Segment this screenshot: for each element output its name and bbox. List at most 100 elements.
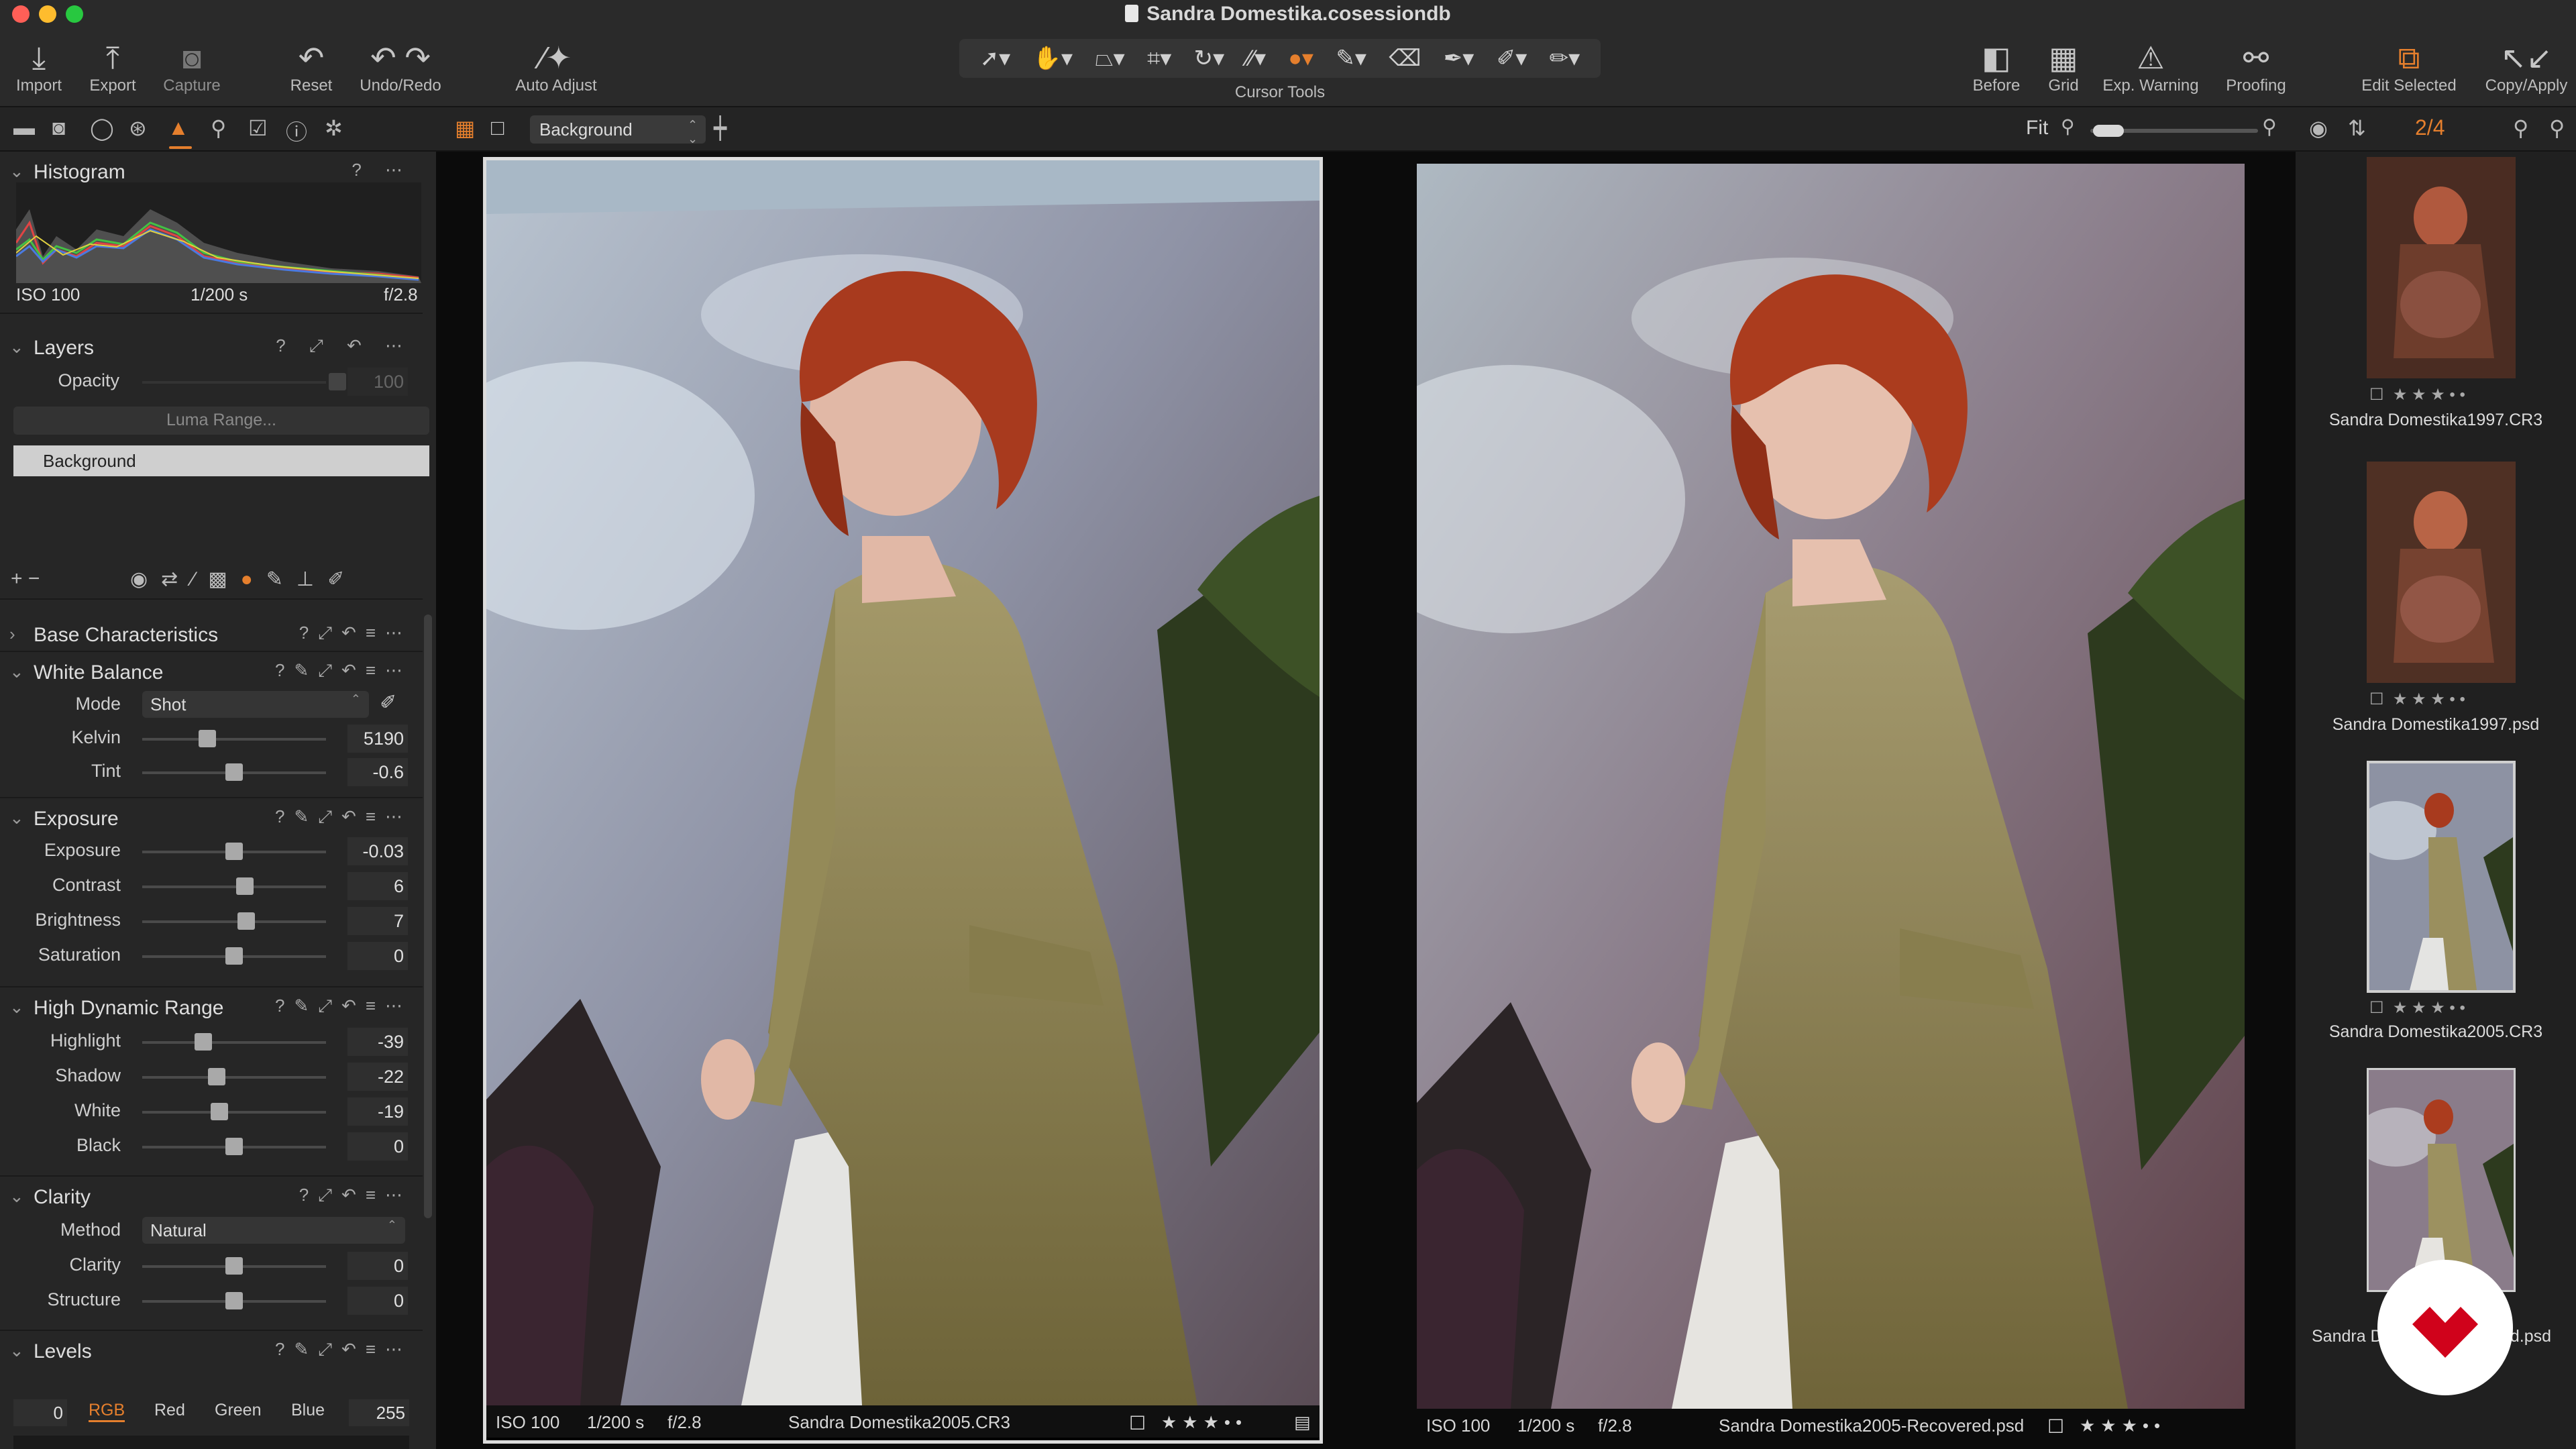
- opacity-knob[interactable]: [329, 373, 346, 390]
- structure-value[interactable]: 0: [347, 1287, 408, 1315]
- background-layer-row[interactable]: Background: [13, 445, 429, 476]
- levels-header[interactable]: ⌄ Levels ?✎⤢↶≡⋯: [0, 1332, 423, 1370]
- saturation-value[interactable]: 0: [347, 942, 408, 970]
- wb-mode-select[interactable]: Shot: [142, 691, 369, 718]
- export-button[interactable]: ⤒ Export: [85, 39, 141, 95]
- histogram-tools[interactable]: ? ⋯: [352, 160, 412, 180]
- contrast-value[interactable]: 6: [347, 872, 408, 900]
- highlight-track[interactable]: [142, 1041, 326, 1044]
- single-view-icon[interactable]: □: [491, 115, 504, 140]
- multi-view-icon[interactable]: ▦: [455, 115, 475, 141]
- clarity-knob[interactable]: [225, 1257, 243, 1275]
- edit-selected-button[interactable]: ⧉ Edit Selected: [2355, 39, 2463, 95]
- clarity-header[interactable]: ⌄ Clarity ?⤢↶≡⋯: [0, 1178, 423, 1216]
- eyedropper-icon[interactable]: ✐: [380, 691, 396, 714]
- annotate-icon[interactable]: ✏▾: [1550, 45, 1580, 72]
- grid-button[interactable]: ▦ Grid: [2039, 39, 2088, 95]
- levels-low-value[interactable]: 0: [13, 1399, 67, 1426]
- capture-button[interactable]: ◙ Capture: [157, 39, 227, 95]
- hdr-tools[interactable]: ?✎⤢↶≡⋯: [275, 996, 412, 1017]
- zoom-slider-knob[interactable]: [2093, 125, 2124, 137]
- select-cursor-icon[interactable]: ➚▾: [980, 45, 1011, 72]
- zoom-out-icon[interactable]: ⚲: [2061, 115, 2075, 138]
- lens-tab-icon[interactable]: ◯: [90, 115, 114, 141]
- opacity-value[interactable]: 100: [347, 368, 408, 396]
- eraser-icon[interactable]: ⌫: [1389, 45, 1421, 72]
- black-value[interactable]: 0: [347, 1132, 408, 1161]
- structure-knob[interactable]: [225, 1292, 243, 1309]
- crop-icon[interactable]: ⌗▾: [1147, 45, 1171, 72]
- brightness-track[interactable]: [142, 920, 326, 923]
- chevron-down-icon[interactable]: ⌄: [9, 337, 24, 358]
- secondary-rating-stars[interactable]: ★★★••: [2080, 1415, 2165, 1436]
- saturation-knob[interactable]: [225, 947, 243, 965]
- levels-tab-blue[interactable]: Blue: [291, 1401, 325, 1420]
- base-characteristics-header[interactable]: › Base Characteristics ?⤢↶≡⋯: [0, 616, 423, 653]
- exposure-header[interactable]: ⌄ Exposure ?✎⤢↶≡⋯: [0, 800, 423, 837]
- hdr-header[interactable]: ⌄ High Dynamic Range ?✎⤢↶≡⋯: [0, 989, 423, 1026]
- clarity-tools[interactable]: ?⤢↶≡⋯: [299, 1185, 412, 1206]
- layer-tools-row[interactable]: ◉⇄⁄▩●✎⊥✐: [130, 568, 358, 591]
- exposure-value[interactable]: -0.03: [347, 837, 408, 865]
- thumbnail-2005-recovered-psd[interactable]: [2367, 1068, 2516, 1292]
- shadow-value[interactable]: -22: [347, 1063, 408, 1091]
- gradient-pen-icon[interactable]: ✒▾: [1444, 45, 1474, 72]
- details-tab-icon[interactable]: ⚲: [211, 115, 226, 141]
- thumbnail-1997-psd[interactable]: [2367, 462, 2516, 683]
- add-layer-plus-icon[interactable]: + −: [11, 568, 40, 590]
- adjustments-tab-icon[interactable]: ☑: [248, 115, 268, 141]
- photo-sandra-2005-cr3[interactable]: [486, 160, 1320, 1405]
- panel-scrollbar[interactable]: [424, 614, 432, 1218]
- highlight-knob[interactable]: [195, 1033, 212, 1051]
- white-balance-tools[interactable]: ?✎⤢↶≡⋯: [275, 660, 412, 682]
- thumbnail-1997-cr3[interactable]: [2367, 157, 2516, 378]
- secondary-select-checkbox[interactable]: ☐: [2047, 1415, 2064, 1438]
- chevron-right-icon[interactable]: ›: [9, 624, 15, 645]
- before-button[interactable]: ◧ Before: [1966, 39, 2027, 95]
- auto-adjust-button[interactable]: ⁄✦ Auto Adjust: [507, 39, 605, 95]
- brightness-knob[interactable]: [237, 912, 255, 930]
- thumbnail-2005-cr3[interactable]: [2367, 761, 2516, 993]
- keystone-icon[interactable]: ⏢▾: [1095, 45, 1124, 72]
- exposure-tools[interactable]: ?✎⤢↶≡⋯: [275, 806, 412, 828]
- levels-tab-red[interactable]: Red: [154, 1401, 185, 1420]
- brightness-value[interactable]: 7: [347, 907, 408, 935]
- kelvin-value[interactable]: 5190: [347, 724, 408, 753]
- white-knob[interactable]: [211, 1103, 228, 1120]
- brush-icon[interactable]: ✎▾: [1336, 45, 1366, 72]
- layers-tools[interactable]: ? ⤢ ↶ ⋯: [276, 335, 412, 357]
- search-icon[interactable]: ⚲: [2513, 115, 2528, 141]
- levels-tab-green[interactable]: Green: [215, 1401, 261, 1420]
- library-tab-icon[interactable]: ▬: [13, 115, 35, 140]
- import-button[interactable]: ⤓ Import: [12, 39, 66, 95]
- thumbnail-1997-psd-meta[interactable]: ☐ ★ ★ ★ • •: [2369, 690, 2517, 709]
- chevron-down-icon[interactable]: ⌄: [9, 997, 24, 1018]
- clarity-method-select[interactable]: Natural: [142, 1217, 405, 1244]
- primary-rating-stars[interactable]: ★★★••: [1161, 1412, 1247, 1433]
- levels-graph[interactable]: [13, 1436, 409, 1449]
- filter-icon[interactable]: ⚲: [2549, 115, 2565, 141]
- capture-tab-icon[interactable]: ◙: [52, 115, 65, 140]
- eye-icon[interactable]: ◉: [2309, 115, 2328, 141]
- exp-warning-button[interactable]: ⚠ Exp. Warning: [2100, 39, 2202, 95]
- levels-high-value[interactable]: 255: [349, 1399, 409, 1426]
- opacity-track[interactable]: [142, 381, 326, 384]
- chevron-down-icon[interactable]: ⌄: [9, 808, 24, 828]
- levels-tools[interactable]: ?✎⤢↶≡⋯: [275, 1339, 412, 1360]
- shadow-track[interactable]: [142, 1076, 326, 1079]
- add-layer-icon[interactable]: ┿: [714, 115, 727, 141]
- layers-header[interactable]: ⌄ Layers ? ⤢ ↶ ⋯: [0, 329, 423, 366]
- copy-apply-button[interactable]: ↖↙ Copy/Apply: [2481, 39, 2572, 95]
- photo-sandra-2005-recovered-psd[interactable]: [1417, 164, 2245, 1409]
- exposure-tab-icon[interactable]: ▲: [168, 115, 189, 140]
- contrast-knob[interactable]: [236, 877, 254, 895]
- white-value[interactable]: -19: [347, 1097, 408, 1126]
- proofing-button[interactable]: ⚯ Proofing: [2219, 39, 2293, 95]
- levels-tab-rgb[interactable]: RGB: [89, 1401, 125, 1422]
- black-knob[interactable]: [225, 1138, 243, 1155]
- luma-range-button[interactable]: Luma Range...: [13, 407, 429, 435]
- zoom-fit-label[interactable]: Fit: [2026, 117, 2048, 140]
- color-picker-icon[interactable]: ●▾: [1288, 45, 1313, 72]
- base-tools[interactable]: ?⤢↶≡⋯: [299, 623, 412, 644]
- white-balance-header[interactable]: ⌄ White Balance ?✎⤢↶≡⋯: [0, 653, 423, 691]
